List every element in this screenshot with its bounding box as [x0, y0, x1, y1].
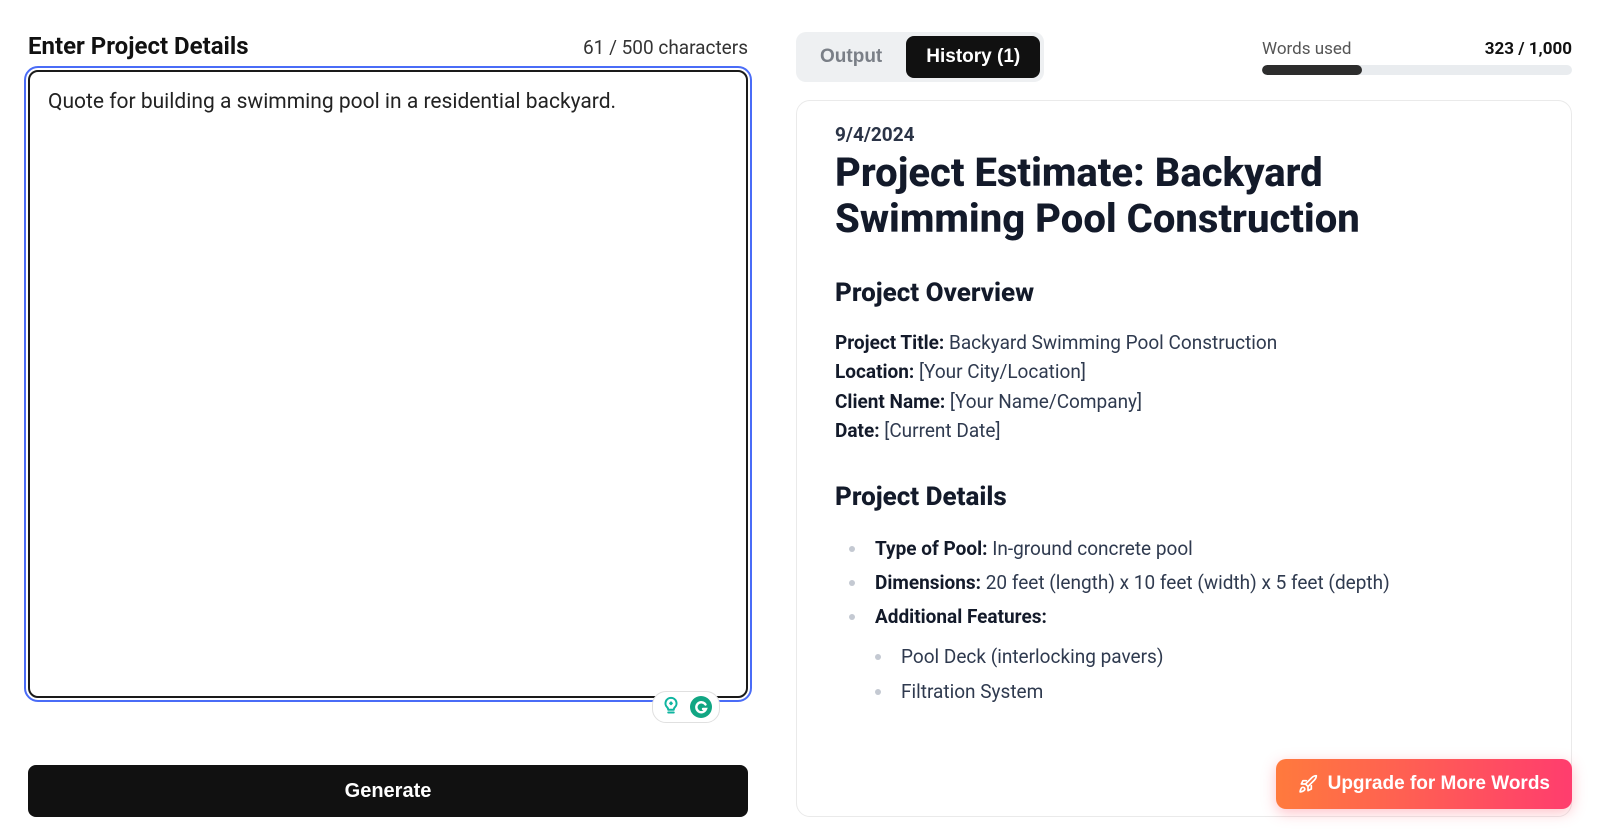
tab-history[interactable]: History (1) — [906, 36, 1040, 78]
feature-filtration: Filtration System — [875, 675, 1521, 709]
detail-additional: Additional Features: — [849, 600, 1521, 634]
assist-bulb-icon[interactable] — [659, 695, 683, 719]
words-used-count: 323 / 1,000 — [1485, 39, 1572, 59]
words-used-label: Words used — [1262, 39, 1351, 59]
additional-features-list: Pool Deck (interlocking pavers) Filtrati… — [835, 640, 1521, 708]
rocket-icon — [1298, 774, 1318, 794]
input-title: Enter Project Details — [28, 32, 249, 60]
words-progress-fill — [1262, 65, 1362, 75]
char-count: 61 / 500 characters — [583, 36, 748, 59]
output-scroll[interactable]: 9/4/2024 Project Estimate: Backyard Swim… — [835, 123, 1533, 794]
details-list: Type of Pool: In-ground concrete pool Di… — [835, 532, 1521, 635]
words-progress-bar — [1262, 65, 1572, 75]
upgrade-button-label: Upgrade for More Words — [1328, 773, 1550, 795]
output-tabs: Output History (1) — [796, 32, 1044, 82]
estimate-title: Project Estimate: Backyard Swimming Pool… — [835, 150, 1521, 242]
input-panel: Enter Project Details 61 / 500 character… — [28, 32, 748, 817]
upgrade-button[interactable]: Upgrade for More Words — [1276, 759, 1572, 809]
input-header: Enter Project Details 61 / 500 character… — [28, 32, 748, 60]
output-panel: Output History (1) Words used 323 / 1,00… — [796, 32, 1572, 817]
detail-dimensions: Dimensions: 20 feet (length) x 10 feet (… — [849, 566, 1521, 600]
overview-heading: Project Overview — [835, 278, 1521, 308]
textarea-wrap — [28, 70, 748, 745]
details-heading: Project Details — [835, 482, 1521, 512]
generate-button[interactable]: Generate — [28, 765, 748, 817]
words-used: Words used 323 / 1,000 — [1262, 39, 1572, 75]
overview-project-title: Project Title: Backyard Swimming Pool Co… — [835, 328, 1521, 357]
tab-output[interactable]: Output — [800, 36, 902, 78]
project-details-input[interactable] — [28, 70, 748, 698]
output-card: 9/4/2024 Project Estimate: Backyard Swim… — [796, 100, 1572, 817]
output-date: 9/4/2024 — [835, 123, 1521, 146]
overview-location: Location: [Your City/Location] — [835, 357, 1521, 386]
overview-client: Client Name: [Your Name/Company] — [835, 387, 1521, 416]
editor-assist-icons — [652, 691, 720, 723]
output-header: Output History (1) Words used 323 / 1,00… — [796, 32, 1572, 82]
detail-type: Type of Pool: In-ground concrete pool — [849, 532, 1521, 566]
grammarly-icon[interactable] — [689, 695, 713, 719]
feature-pool-deck: Pool Deck (interlocking pavers) — [875, 640, 1521, 674]
overview-date: Date: [Current Date] — [835, 416, 1521, 445]
